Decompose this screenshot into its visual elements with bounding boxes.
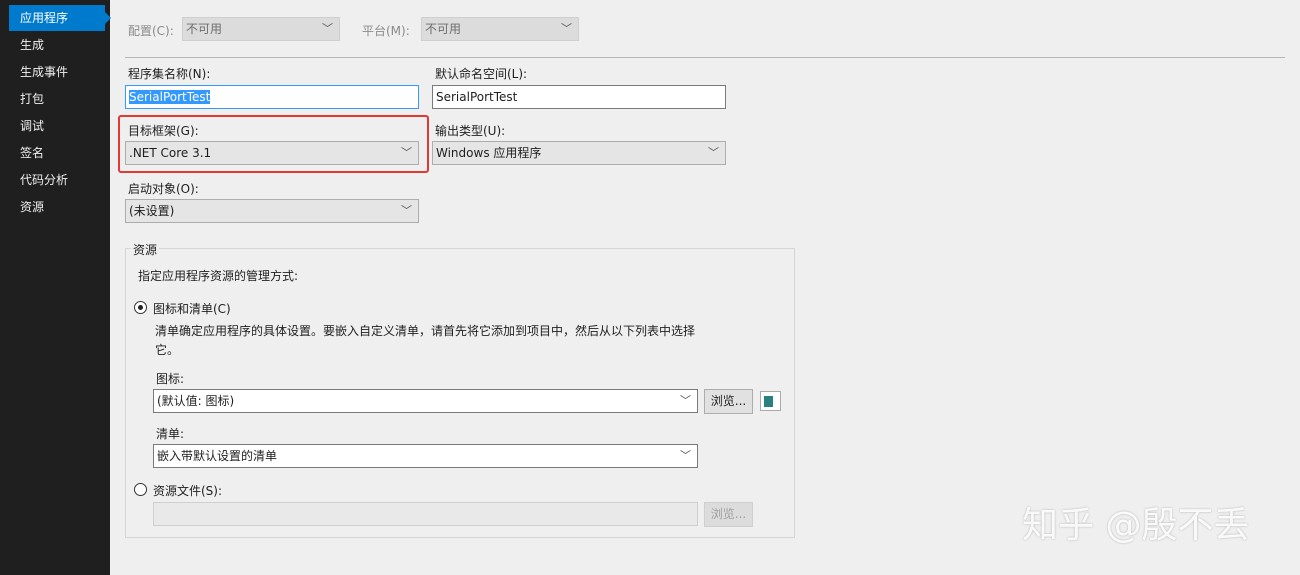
resources-intro: 指定应用程序资源的管理方式: [138,269,299,283]
assembly-name-label: 程序集名称(N): [128,67,211,81]
manifest-select[interactable]: 嵌入带默认设置的清单 ﹀ [153,444,698,468]
app-icon-preview [760,391,781,411]
sidebar-item-resources[interactable]: 资源 [9,194,105,220]
sidebar-item-signing[interactable]: 签名 [9,140,105,166]
sidebar-item-code-analysis[interactable]: 代码分析 [9,167,105,193]
icon-label: 图标: [156,372,185,386]
resource-file-label: 资源文件(S): [153,484,223,498]
output-type-label: 输出类型(U): [435,124,506,138]
target-framework-label: 目标框架(G): [128,124,199,138]
sidebar-item-build-events[interactable]: 生成事件 [9,59,105,85]
resources-legend: 资源 [131,241,160,258]
sidebar-item-application[interactable]: 应用程序 [9,5,111,31]
chevron-down-icon: ﹀ [401,204,412,217]
namespace-input[interactable]: SerialPortTest [432,85,726,109]
sidebar-item-package[interactable]: 打包 [9,86,105,112]
icon-manifest-radio[interactable] [134,301,147,314]
sidebar-item-build[interactable]: 生成 [9,32,105,58]
sidebar: 应用程序 生成 生成事件 打包 调试 签名 代码分析 资源 [0,0,111,575]
chevron-down-icon: ﹀ [680,394,691,407]
manifest-description: 清单确定应用程序的具体设置。要嵌入自定义清单，请首先将它添加到项目中，然后从以下… [155,324,696,357]
sidebar-item-debug[interactable]: 调试 [9,113,105,139]
icon-browse-button[interactable]: 浏览... [704,389,753,414]
manifest-label: 清单: [156,427,185,441]
platform-label: 平台(M): [362,24,410,38]
chevron-down-icon: ﹀ [708,146,719,159]
icon-manifest-label: 图标和清单(C) [153,302,231,316]
chevron-down-icon: ﹀ [561,22,572,35]
startup-object-label: 启动对象(O): [128,182,199,196]
resource-file-input[interactable] [153,502,698,526]
namespace-label: 默认命名空间(L): [435,67,528,81]
platform-value: 不可用 [425,22,462,36]
output-type-select[interactable]: Windows 应用程序 ﹀ [432,141,726,165]
target-framework-value: .NET Core 3.1 [129,146,212,160]
resource-file-browse-button[interactable]: 浏览... [704,502,753,527]
startup-object-select[interactable]: (未设置) ﹀ [125,199,419,223]
config-select[interactable]: 不可用 ﹀ [182,17,340,41]
chevron-down-icon: ﹀ [401,146,412,159]
icon-select[interactable]: (默认值: 图标) ﹀ [153,389,698,413]
manifest-value: 嵌入带默认设置的清单 [157,449,278,463]
startup-object-value: (未设置) [129,204,175,218]
resource-file-radio[interactable] [134,483,147,496]
watermark: 知乎 @殷不丢 [1022,505,1250,546]
chevron-down-icon: ﹀ [322,22,333,35]
icon-value: (默认值: 图标) [157,394,235,408]
target-framework-select[interactable]: .NET Core 3.1 ﹀ [125,141,419,165]
divider [125,57,1285,58]
chevron-down-icon: ﹀ [680,449,691,462]
platform-select[interactable]: 不可用 ﹀ [421,17,579,41]
output-type-value: Windows 应用程序 [436,146,542,160]
config-value: 不可用 [186,22,223,36]
assembly-name-value: SerialPortTest [129,90,211,104]
config-label: 配置(C): [128,24,174,38]
assembly-name-input[interactable]: SerialPortTest [125,85,419,109]
